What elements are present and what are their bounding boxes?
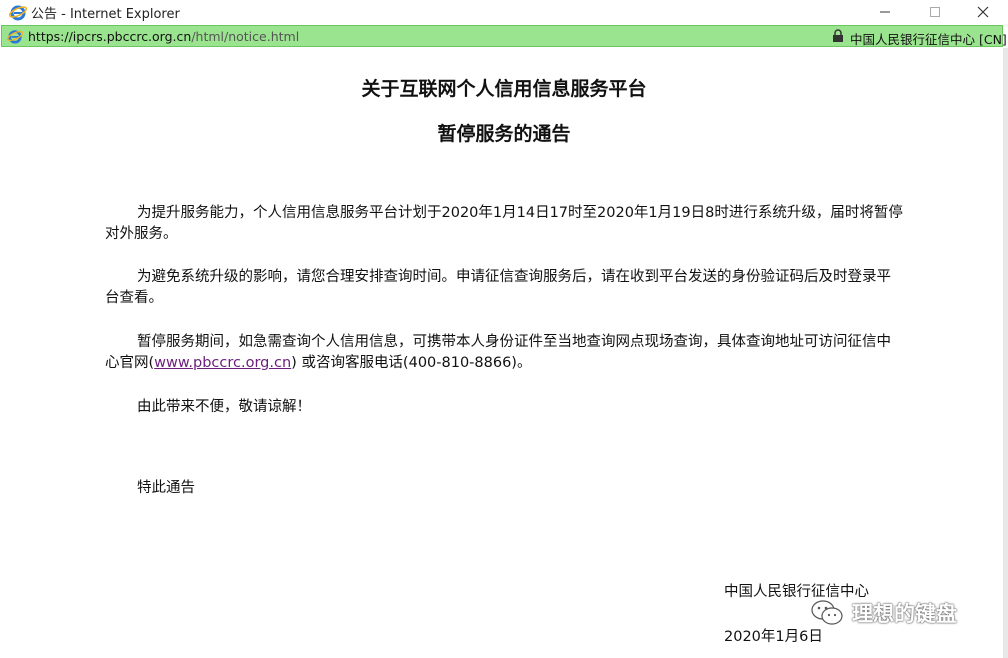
certificate-label[interactable]: 中国人民银行征信中心 [CN] [850,29,1007,48]
watermark: 理想的键盘 [810,598,957,628]
paragraph-text: ) 或咨询客服电话(400-810-8866)。 [291,355,532,371]
notice-paragraph-2: 为避免系统升级的影响，请您合理安排查询时间。申请征信查询服务后，请在收到平台发送… [105,267,905,309]
window-title: 公告 - Internet Explorer [31,7,180,22]
url-domain: https://ipcrs.pbccrc.org.cn [28,29,192,44]
close-button[interactable] [960,0,1006,24]
minimize-button[interactable] [862,0,908,24]
maximize-button[interactable] [912,0,958,24]
watermark-text: 理想的键盘 [852,602,957,626]
paragraph-text: 由此带来不便，敬请谅解！ [137,399,311,415]
address-bar[interactable]: https://ipcrs.pbccrc.org.cn/html/notice.… [1,25,1007,47]
notice-date: 2020年1月6日 [724,629,823,645]
notice-paragraph-3: 暂停服务期间，如急需查询个人信用信息，可携带本人身份证件至当地查询网点现场查询，… [105,332,905,374]
internet-explorer-icon [9,5,27,21]
url-path: /html/notice.html [191,29,300,44]
url-text[interactable]: https://ipcrs.pbccrc.org.cn/html/notice.… [28,29,299,44]
paragraph-text: 为提升服务能力，个人信用信息服务平台计划于2020年1月14日17时至2020年… [105,205,903,242]
notice-title-line1: 关于互联网个人信用信息服务平台 [361,78,647,100]
notice-closing: 特此通告 [105,478,905,499]
minimize-icon [880,11,890,13]
window-title-bar: 公告 - Internet Explorer [0,0,1008,24]
official-website-link[interactable]: www.pbccrc.org.cn [154,355,291,371]
lock-icon[interactable] [832,29,844,43]
paragraph-text: 特此通告 [137,480,195,496]
notice-paragraph-1: 为提升服务能力，个人信用信息服务平台计划于2020年1月14日17时至2020年… [105,203,905,245]
paragraph-text: 为避免系统升级的影响，请您合理安排查询时间。申请征信查询服务后，请在收到平台发送… [105,269,891,306]
internet-explorer-icon [7,30,23,44]
maximize-icon [930,7,940,17]
wechat-icon [811,600,843,625]
close-icon [977,6,989,18]
notice-title-line2: 暂停服务的通告 [437,123,571,145]
notice-paragraph-4: 由此带来不便，敬请谅解！ [105,397,905,418]
